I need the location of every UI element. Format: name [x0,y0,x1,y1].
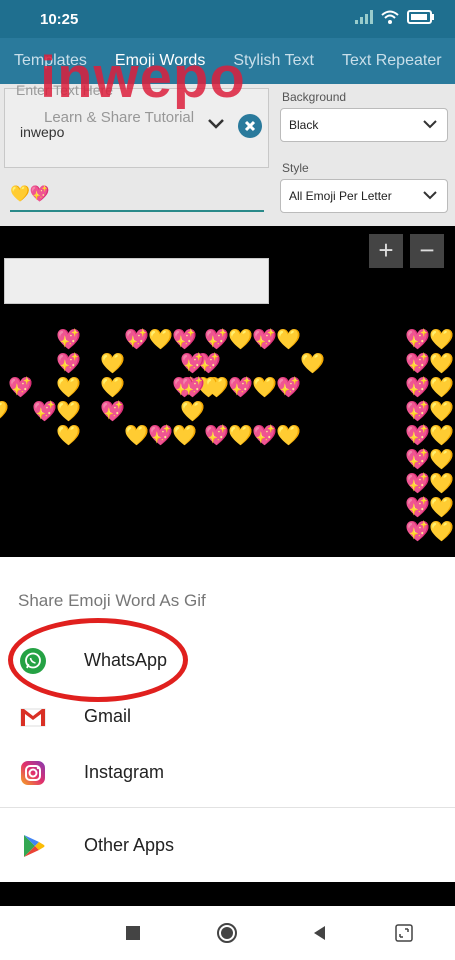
share-option-other-apps[interactable]: Other Apps [0,820,455,872]
style-label: Style [282,161,309,175]
heart-emoji: 💛 [300,353,325,375]
heart-emoji: 💛 [204,377,229,399]
zoom-out-button[interactable]: − [410,234,444,268]
background-selected: Black [289,118,319,132]
zoom-in-button[interactable]: + [369,234,403,268]
bottom-strip [0,882,455,906]
heart-emoji: 💖 [100,401,125,423]
share-sheet-title: Share Emoji Word As Gif [18,591,206,610]
heart-emoji: 💛 [100,377,125,399]
style-dropdown[interactable]: All Emoji Per Letter [280,179,448,213]
close-icon [244,120,256,132]
share-option-label: Instagram [84,762,165,782]
heart-emoji: 💛 [56,377,81,399]
heart-emoji: 💖 [405,329,430,351]
heart-emoji: 💛 [429,377,454,399]
heart-emoji: 💛 [429,401,454,423]
heart-emoji: 💛 [0,402,9,422]
heart-emoji: 💛 [252,377,277,399]
chevron-down-icon[interactable] [206,116,226,132]
heart-emoji: 💖 [405,449,430,471]
tab-emoji-words[interactable]: Emoji Words [115,52,205,70]
emoji-input-value[interactable]: 💛💖 [10,184,50,204]
clear-text-button[interactable] [238,114,262,138]
heart-emoji: 💖 [204,425,229,447]
gmail-icon [20,708,46,727]
heart-emoji: 💛 [276,329,301,351]
heart-emoji: 💛 [429,425,454,447]
emoji-input-box[interactable] [4,258,269,304]
instagram-icon [21,761,45,785]
wifi-icon [381,10,399,24]
heart-emoji: 💛 [429,329,454,351]
tab-templates[interactable]: Templates [14,52,87,70]
heart-emoji: 💖 [405,401,430,423]
share-option-label: Gmail [84,706,132,726]
share-option-instagram[interactable]: Instagram [0,747,455,799]
heart-emoji: 💖 [276,377,301,399]
heart-emoji: 💖 [148,425,173,447]
heart-emoji: 💖 [56,353,81,375]
text-input-value[interactable]: inwepo [20,124,64,140]
text-input-placeholder: Enter Text Here [16,82,114,98]
chevron-down-icon [423,120,437,129]
heart-emoji: 💛 [56,401,81,423]
heart-emoji: 💖 [405,377,430,399]
share-option-label: Other Apps [84,835,175,855]
heart-emoji: 💖 [124,329,149,351]
heart-emoji: 💛 [228,329,253,351]
heart-emoji: 💛 [56,425,81,447]
highlight-annotation [8,618,188,702]
tab-bar: Templates Emoji Words Stylish Text Text … [0,38,455,84]
screenshot-icon[interactable] [393,922,415,944]
heart-emoji: 💛 [429,449,454,471]
status-icons [355,10,435,24]
heart-emoji: 💖 [252,329,277,351]
style-selected: All Emoji Per Letter [289,189,392,203]
tab-stylish-text[interactable]: Stylish Text [233,52,314,70]
heart-emoji: 💖 [56,329,81,351]
heart-emoji: 💖 [8,377,33,399]
status-bar: 10:25 [0,0,455,38]
share-sheet: Share Emoji Word As Gif WhatsApp Gmail I… [0,557,455,882]
heart-emoji: 💖 [405,473,430,495]
background-dropdown[interactable]: Black [280,108,448,142]
heart-emoji: 💖 [204,329,229,351]
heart-emoji: 💖 [228,377,253,399]
heart-emoji: 💛 [180,401,205,423]
heart-emoji: 💖 [180,353,205,375]
heart-emoji: 💖 [180,377,205,399]
emoji-word-preview: 💛💖💛💖💛💖💛💖💛💖💛💖💛💖💛💖💛💖💛💖💛💖💛💖💛💖💛💖💛💖💛💖💛💖💛💖💛💖💛💖… [0,320,455,552]
background-label: Background [282,90,347,104]
recent-apps-icon[interactable] [122,922,144,944]
battery-icon [407,10,434,24]
heart-emoji: 💖 [405,497,430,519]
emoji-input-underline [10,210,264,212]
heart-emoji: 💛 [429,497,454,519]
heart-emoji: 💛 [429,473,454,495]
status-time: 10:25 [40,11,79,28]
heart-emoji: 💖 [405,521,430,543]
navigation-bar [0,906,455,960]
heart-emoji: 💖 [32,401,57,423]
heart-emoji: 💛 [148,329,173,351]
heart-emoji: 💖 [172,329,197,351]
share-divider [0,807,455,808]
heart-emoji: 💛 [276,425,301,447]
play-store-icon [24,835,45,857]
signal-icon [355,10,373,24]
tab-text-repeater[interactable]: Text Repeater [342,52,442,70]
heart-emoji: 💛 [429,521,454,543]
heart-emoji: 💖 [405,425,430,447]
heart-emoji: 💖 [405,353,430,375]
heart-emoji: 💛 [172,425,197,447]
heart-emoji: 💖 [252,425,277,447]
chevron-down-icon [423,191,437,200]
back-icon[interactable] [309,922,331,944]
heart-emoji: 💛 [100,353,125,375]
home-icon[interactable] [216,922,238,944]
heart-emoji: 💛 [228,425,253,447]
heart-emoji: 💛 [124,425,149,447]
heart-emoji: 💛 [429,353,454,375]
